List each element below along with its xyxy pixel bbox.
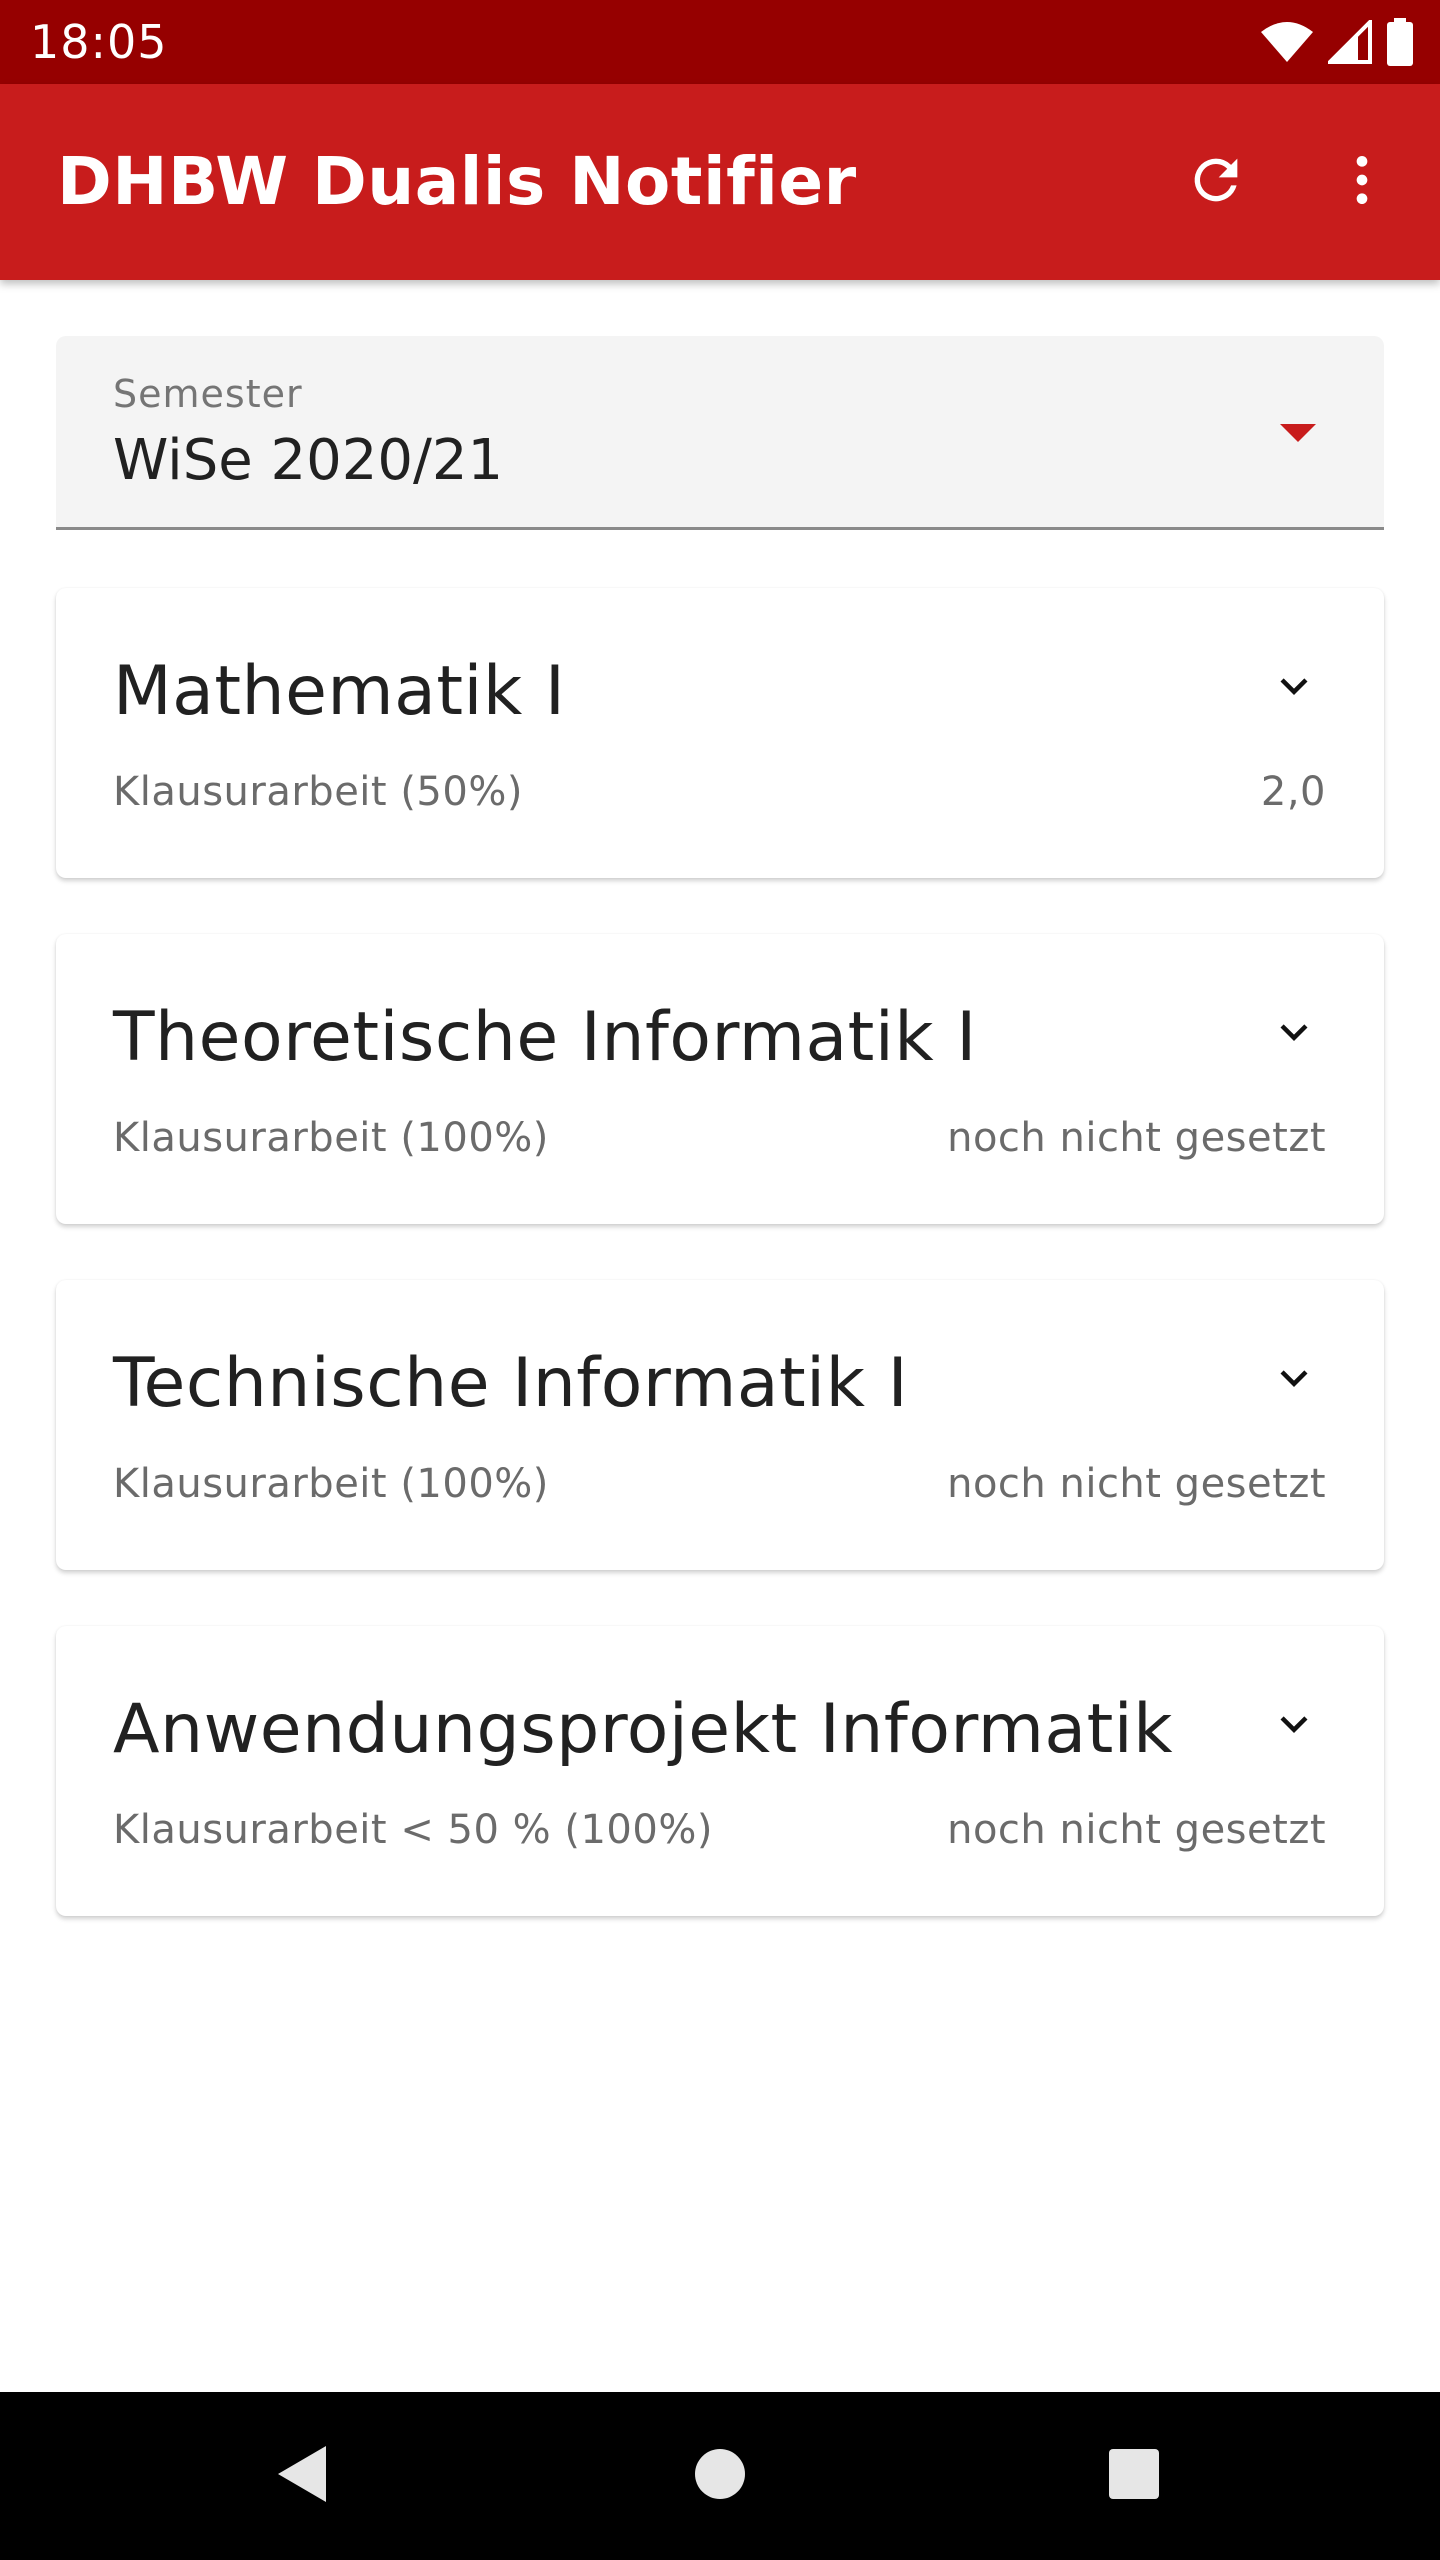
home-icon xyxy=(693,2447,747,2505)
refresh-button[interactable] xyxy=(1168,134,1264,230)
status-bar: 18:05 xyxy=(0,0,1440,84)
app-bar: DHBW Dualis Notifier xyxy=(0,84,1440,280)
semester-dropdown[interactable]: Semester WiSe 2020/21 xyxy=(56,336,1384,530)
refresh-icon xyxy=(1184,148,1248,216)
grade-value: noch nicht gesetzt xyxy=(947,1461,1326,1507)
battery-icon xyxy=(1386,18,1414,66)
exam-type: Klausurarbeit (100%) xyxy=(113,1115,549,1161)
back-button[interactable] xyxy=(252,2426,352,2526)
back-icon xyxy=(274,2444,330,2508)
more-options-button[interactable] xyxy=(1314,134,1410,230)
expand-icon[interactable] xyxy=(1258,650,1330,722)
exam-type: Klausurarbeit (100%) xyxy=(113,1461,549,1507)
expand-icon[interactable] xyxy=(1258,996,1330,1068)
module-card[interactable]: Anwendungsprojekt Informatik Klausurarbe… xyxy=(56,1626,1384,1916)
expand-icon[interactable] xyxy=(1258,1688,1330,1760)
module-card[interactable]: Mathematik I Klausurarbeit (50%) 2,0 xyxy=(56,588,1384,878)
grade-value: noch nicht gesetzt xyxy=(947,1115,1326,1161)
wifi-icon xyxy=(1260,20,1314,64)
semester-label: Semester xyxy=(113,372,303,416)
module-card[interactable]: Technische Informatik I Klausurarbeit (1… xyxy=(56,1280,1384,1570)
status-time: 18:05 xyxy=(30,15,168,69)
navigation-bar xyxy=(0,2392,1440,2560)
module-title: Technische Informatik I xyxy=(113,1344,909,1423)
status-icons xyxy=(1260,18,1414,66)
module-card[interactable]: Theoretische Informatik I Klausurarbeit … xyxy=(56,934,1384,1224)
semester-value: WiSe 2020/21 xyxy=(113,428,504,493)
module-title: Theoretische Informatik I xyxy=(113,998,977,1077)
recents-icon xyxy=(1107,2447,1161,2505)
dropdown-arrow-icon xyxy=(1278,422,1318,448)
module-title: Mathematik I xyxy=(113,652,566,731)
recents-button[interactable] xyxy=(1084,2426,1184,2526)
module-title: Anwendungsprojekt Informatik xyxy=(113,1690,1174,1769)
exam-type: Klausurarbeit (50%) xyxy=(113,769,523,815)
grade-value: noch nicht gesetzt xyxy=(947,1807,1326,1853)
grade-value: 2,0 xyxy=(1260,769,1326,815)
app-title: DHBW Dualis Notifier xyxy=(57,143,857,220)
home-button[interactable] xyxy=(670,2426,770,2526)
cell-signal-icon xyxy=(1328,20,1372,64)
more-vert-icon xyxy=(1330,148,1394,216)
expand-icon[interactable] xyxy=(1258,1342,1330,1414)
exam-type: Klausurarbeit < 50 % (100%) xyxy=(113,1807,713,1853)
